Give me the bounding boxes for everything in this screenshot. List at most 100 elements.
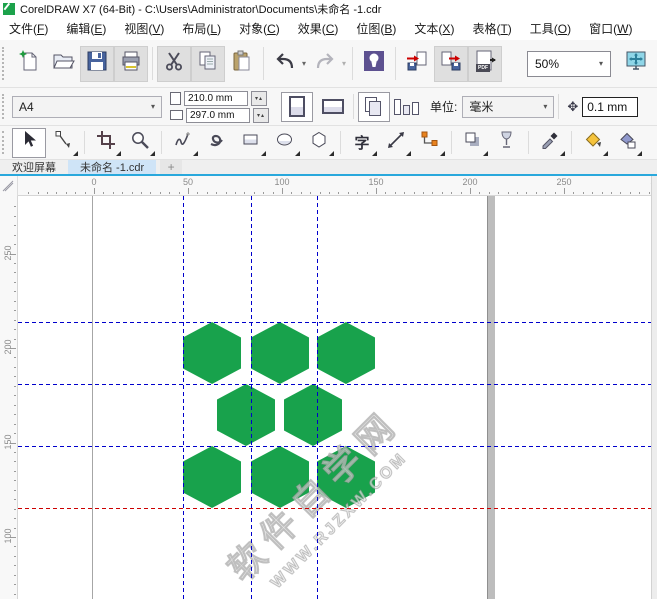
document-tab-1[interactable]: 未命名 -1.cdr [68,160,156,174]
vertical-scrollbar[interactable] [651,176,657,599]
page-width-spinner[interactable]: ▾▴ [251,91,267,106]
page-sorter-button[interactable] [390,92,422,122]
crop-icon [96,130,116,155]
vertical-ruler[interactable]: 250200150100 [0,196,18,599]
portrait-orientation-button[interactable] [281,92,313,122]
menu-item-w-10[interactable]: 窗口(W) [580,17,641,40]
dropdown-caret-icon[interactable]: ▾ [342,59,346,68]
save-button[interactable] [80,46,114,82]
menu-item-l-3[interactable]: 布局(L) [173,17,230,40]
print-button[interactable] [114,46,148,82]
flyout-triangle-icon[interactable] [193,151,198,156]
flyout-triangle-icon[interactable] [116,151,121,156]
new-tab-button[interactable]: + [160,160,182,174]
hexagon-shape-3[interactable] [317,322,375,384]
redo-button[interactable] [308,45,342,83]
flyout-triangle-icon[interactable] [261,151,266,156]
rectangle-tool[interactable] [234,128,268,158]
flyout-triangle-icon[interactable] [440,151,445,156]
page-width-field[interactable]: 210.0 mm [184,91,248,106]
pick-tool[interactable] [12,128,46,158]
flyout-triangle-icon[interactable] [150,151,155,156]
export-button[interactable] [434,46,468,82]
flyout-triangle-icon[interactable] [637,151,642,156]
hexagon-shape-2[interactable] [251,322,309,384]
hexagon-shape-8[interactable] [317,446,375,508]
dropdown-caret-icon[interactable]: ▾ [302,59,306,68]
flyout-triangle-icon[interactable] [295,151,300,156]
toolbar-grip[interactable] [2,47,9,80]
menu-item-v-2[interactable]: 视图(V) [115,17,173,40]
horizontal-ruler[interactable]: 050100150200250300 [0,176,657,196]
hexagon-shape-4[interactable] [217,384,275,446]
polygon-tool[interactable] [302,128,336,158]
menu-item-t-8[interactable]: 表格(T) [463,17,520,40]
connector-tool[interactable] [413,128,447,158]
flyout-triangle-icon[interactable] [560,151,565,156]
drop-shadow-tool[interactable] [456,128,490,158]
cut-button[interactable] [157,46,191,82]
vertical-guideline[interactable] [183,196,184,599]
page-height-field[interactable]: 297.0 mm [186,108,250,123]
transparency-tool[interactable] [490,128,524,158]
menu-item-e-1[interactable]: 编辑(E) [57,17,115,40]
all-pages-button[interactable] [358,92,390,122]
menu-item-o-9[interactable]: 工具(O) [521,17,580,40]
app-launcher-button[interactable] [357,45,391,83]
flyout-triangle-icon[interactable] [372,151,377,156]
paste-button[interactable] [225,45,259,83]
menu-item-c-4[interactable]: 对象(C) [230,17,289,40]
horizontal-guideline[interactable] [18,446,651,447]
units-dropdown[interactable]: 毫米 ▾ [462,96,554,118]
menu-item-c-5[interactable]: 效果(C) [289,17,348,40]
undo-button[interactable] [268,45,302,83]
menu-item-f-0[interactable]: 文件(F) [0,17,57,40]
flyout-triangle-icon[interactable] [329,151,334,156]
horizontal-guideline[interactable] [18,322,651,323]
copy-button[interactable] [191,46,225,82]
flyout-triangle-icon[interactable] [483,151,488,156]
nudge-distance-field[interactable]: 0.1 mm [582,97,638,117]
smart-fill-tool[interactable] [576,128,610,158]
zoom-level-dropdown[interactable]: 50%▾ [527,51,611,77]
ellipse-tool[interactable] [268,128,302,158]
crop-tool[interactable] [89,128,123,158]
text-tool[interactable]: 字 [345,128,379,158]
hexagon-shape-7[interactable] [251,446,309,508]
vertical-guideline[interactable] [251,196,252,599]
ruler-tick [479,192,480,194]
horizontal-guideline[interactable] [18,384,651,385]
horizontal-guideline-red[interactable] [18,508,651,509]
menu-item-x-7[interactable]: 文本(X) [405,17,463,40]
new-document-button[interactable] [12,45,46,83]
flyout-triangle-icon[interactable] [406,151,411,156]
flyout-triangle-icon[interactable] [73,151,78,156]
page-height-spinner[interactable]: ▾▴ [253,108,269,123]
page-size-dropdown[interactable]: A4 ▾ [12,96,162,118]
publish-pdf-button[interactable]: PDF [468,46,502,82]
hexagon-shape-6[interactable] [183,446,241,508]
hexagon-shape-1[interactable] [183,322,241,384]
hexagon-shape-5[interactable] [284,384,342,446]
freehand-tool[interactable] [166,128,200,158]
toolbar-grip[interactable] [2,94,9,120]
drawing-canvas[interactable]: 软件自学网WWW.RJZXW.COM [18,196,657,599]
menu-item-b-6[interactable]: 位图(B) [347,17,405,40]
artistic-media-tool[interactable] [200,128,234,158]
import-button[interactable] [400,45,434,83]
open-button[interactable] [46,45,80,83]
toolbar-grip[interactable] [2,131,9,154]
interactive-fill-tool[interactable] [610,128,644,158]
eyedropper-tool[interactable] [533,128,567,158]
landscape-orientation-button[interactable] [317,92,349,122]
ruler-origin-corner[interactable] [0,176,18,196]
document-tab-0[interactable]: 欢迎屏幕 [0,160,68,174]
ruler-tick [14,206,16,207]
dimension-tool[interactable] [379,128,413,158]
full-screen-preview-button[interactable] [619,45,653,83]
shape-tool[interactable] [46,128,80,158]
zoom-tool[interactable] [123,128,157,158]
ruler-tick [14,357,16,358]
vertical-guideline[interactable] [317,196,318,599]
flyout-triangle-icon[interactable] [603,151,608,156]
